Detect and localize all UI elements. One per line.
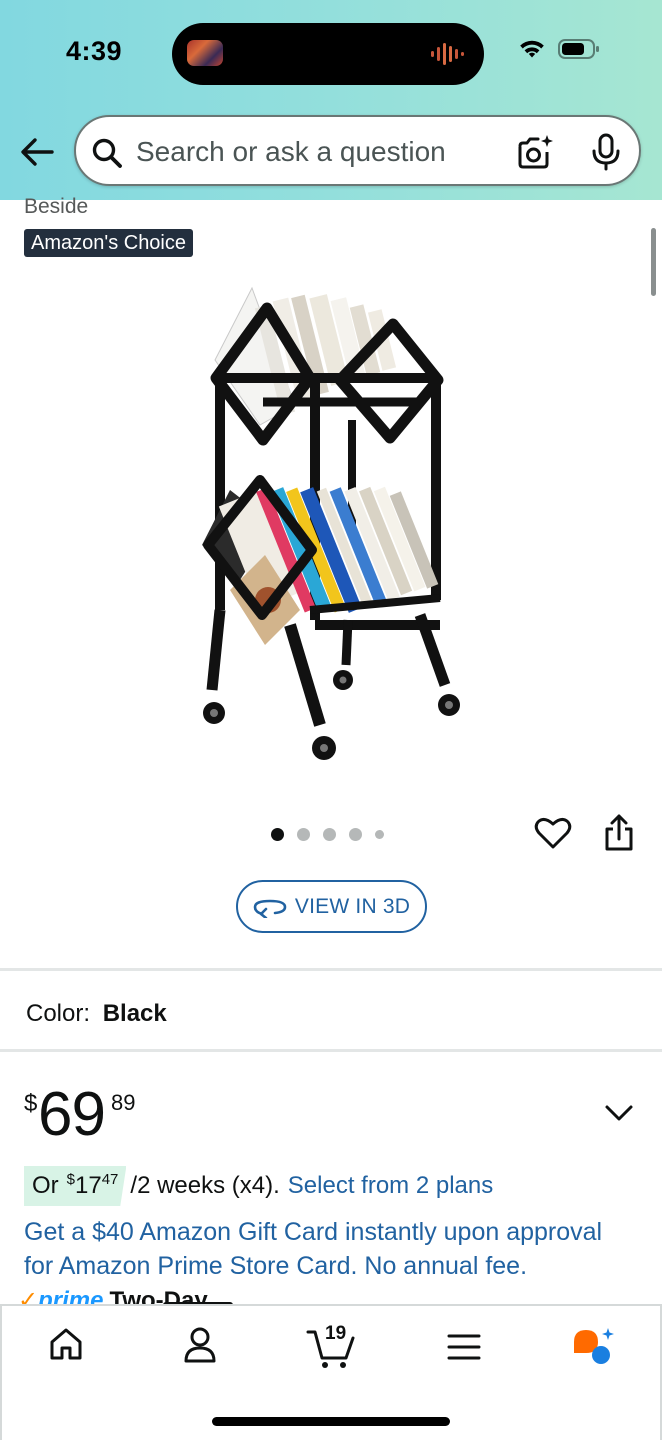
- section-divider: [0, 968, 662, 971]
- wifi-icon: [520, 40, 544, 58]
- select-plans-link[interactable]: Select from 2 plans: [288, 1172, 493, 1200]
- search-bar[interactable]: [74, 115, 641, 186]
- amazons-choice-badge[interactable]: Amazon's Choice: [24, 229, 193, 257]
- share-icon[interactable]: [602, 813, 636, 853]
- status-icons: [518, 38, 600, 60]
- scrollbar[interactable]: [651, 228, 656, 296]
- rotate-3d-icon: [253, 899, 287, 918]
- image-carousel-dots[interactable]: [271, 826, 384, 842]
- rufus-icon[interactable]: [570, 1326, 618, 1366]
- installment-offer: Or $ 17 47 /2 weeks (x4). Select from 2 …: [24, 1166, 493, 1206]
- app-header: 4:39: [0, 0, 662, 200]
- view-in-3d-button[interactable]: VIEW IN 3D: [236, 880, 427, 933]
- now-playing-thumbnail: [187, 40, 223, 66]
- home-icon[interactable]: [48, 1326, 84, 1362]
- camera-icon[interactable]: [516, 134, 554, 170]
- product-image[interactable]: [190, 280, 480, 765]
- caster-wheels: [203, 670, 460, 760]
- heart-icon[interactable]: [534, 815, 572, 851]
- installment-prefix: Or: [32, 1172, 59, 1199]
- price-currency: $: [24, 1090, 38, 1117]
- battery-icon: [558, 39, 599, 59]
- color-label: Color:: [26, 1000, 91, 1027]
- search-input[interactable]: [136, 133, 496, 171]
- home-indicator: [212, 1417, 450, 1426]
- installment-amount-whole: 17: [75, 1172, 102, 1199]
- carousel-dot[interactable]: [297, 827, 310, 841]
- section-divider: [0, 1049, 662, 1052]
- installment-terms: /2 weeks (x4).: [130, 1172, 280, 1199]
- microphone-icon[interactable]: [590, 133, 622, 171]
- carousel-dot-active[interactable]: [271, 827, 284, 841]
- price-fraction: 89: [111, 1090, 136, 1115]
- carousel-dot[interactable]: [349, 827, 362, 841]
- arrow-left-icon[interactable]: [18, 134, 56, 170]
- product-title-fragment: Beside: [24, 195, 89, 218]
- installment-currency: $: [66, 1170, 76, 1188]
- installment-amount-pill: Or $ 17 47: [24, 1166, 127, 1206]
- gift-card-promo-link[interactable]: Get a $40 Amazon Gift Card instantly upo…: [24, 1215, 634, 1283]
- color-selector[interactable]: Color: Black: [26, 1000, 167, 1028]
- dynamic-island: [172, 23, 484, 85]
- menu-icon[interactable]: [447, 1332, 481, 1362]
- status-time: 4:39: [66, 36, 123, 66]
- account-icon[interactable]: [182, 1326, 218, 1364]
- cart-button[interactable]: 19: [306, 1323, 356, 1370]
- chevron-down-icon[interactable]: [604, 1102, 634, 1124]
- search-icon: [92, 138, 122, 168]
- color-value: Black: [102, 1000, 167, 1027]
- price-whole: 69: [38, 1080, 106, 1149]
- installment-amount-fraction: 47: [101, 1170, 119, 1188]
- audio-wave-icon: [431, 43, 464, 65]
- carousel-dot[interactable]: [323, 827, 336, 841]
- carousel-dot[interactable]: [375, 829, 384, 839]
- view-in-3d-label: VIEW IN 3D: [294, 894, 411, 918]
- cart-count: 19: [325, 1323, 347, 1344]
